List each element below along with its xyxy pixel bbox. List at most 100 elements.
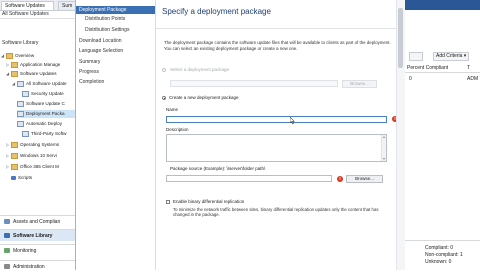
tab-label: Sum bbox=[62, 3, 73, 9]
tree-item-label: Scripts bbox=[18, 175, 33, 180]
page-title: Specify a deployment package bbox=[162, 7, 271, 16]
column-header-type[interactable]: T bbox=[467, 65, 470, 71]
updates-icon bbox=[17, 80, 24, 87]
deploy-software-updates-wizard: Deployment Package Distribution Points D… bbox=[75, 0, 405, 270]
administration-icon bbox=[4, 264, 10, 270]
package-name-input[interactable] bbox=[166, 116, 387, 123]
description-label: Description bbox=[166, 127, 189, 132]
source-error-icon: ! bbox=[337, 176, 343, 182]
tree-item-scripts[interactable]: Scripts bbox=[11, 174, 32, 182]
existing-package-field[interactable] bbox=[170, 80, 338, 87]
tree-item-all-software-updates[interactable]: ◢ All Software Update bbox=[12, 80, 67, 88]
script-icon bbox=[11, 175, 16, 180]
window-title-bar bbox=[405, 0, 480, 10]
page-description: The deployment package contains the soft… bbox=[164, 40, 391, 51]
tree-item-office-365-client-management[interactable]: ▷ Office 365 Client M bbox=[6, 163, 59, 171]
tree-item-label: Security Update bbox=[31, 91, 64, 96]
add-criteria-button[interactable]: Add Criteria ▾ bbox=[433, 52, 470, 61]
package-source-label: Package source (Example): \\server\folde… bbox=[170, 166, 266, 171]
column-header-percent-compliant[interactable]: Percent Compliant bbox=[407, 65, 448, 71]
step-language-selection[interactable]: Language Selection bbox=[79, 47, 123, 55]
step-deployment-package[interactable]: Deployment Package bbox=[76, 6, 155, 14]
tree-item-label: Software Updates bbox=[20, 71, 57, 76]
monitoring-icon bbox=[4, 248, 10, 254]
dialog-scrollbar[interactable] bbox=[396, 0, 405, 270]
tree-item-application-management[interactable]: ▷ Application Manage bbox=[6, 61, 60, 69]
group-icon bbox=[17, 100, 24, 107]
tab-software-updates[interactable]: Software Updates bbox=[1, 1, 54, 10]
description-scrollbar[interactable] bbox=[381, 135, 386, 161]
workspace-title: Software Library bbox=[2, 40, 39, 46]
cell-type: ADM bbox=[467, 76, 479, 82]
binary-replication-checkbox[interactable] bbox=[166, 200, 170, 204]
folder-icon bbox=[6, 52, 13, 59]
nav-monitoring[interactable]: Monitoring bbox=[0, 244, 75, 256]
tree-item-software-update-groups[interactable]: Software Update C bbox=[17, 100, 65, 108]
navigation-pane: Software Library ◢ Overview ▷ Application … bbox=[0, 24, 76, 270]
step-summary[interactable]: Summary bbox=[79, 58, 100, 66]
assets-icon bbox=[4, 219, 10, 225]
package-icon bbox=[17, 110, 24, 117]
tree-item-operating-systems[interactable]: ▷ Operating Systems bbox=[6, 141, 59, 149]
browse-existing-button[interactable]: Browse... bbox=[342, 80, 377, 88]
rule-icon bbox=[17, 120, 24, 127]
node-path: All Software Updates bbox=[2, 11, 49, 17]
tree-item-label: Automatic Deploy bbox=[26, 121, 63, 126]
nav-label: Monitoring bbox=[13, 248, 37, 254]
tree-item-windows-10-servicing[interactable]: ▷ Windows 10 Servi bbox=[6, 152, 57, 160]
description-textarea[interactable] bbox=[166, 134, 387, 162]
tree-item-label: Third-Party Softw bbox=[31, 131, 67, 136]
nav-label: Administration bbox=[13, 264, 45, 270]
step-progress[interactable]: Progress bbox=[79, 68, 99, 76]
tree-item-label: Windows 10 Servi bbox=[20, 153, 57, 158]
wizard-page: Specify a deployment package The deploym… bbox=[156, 0, 405, 270]
stat-non-compliant: Non-compliant: 1 bbox=[425, 252, 463, 258]
step-download-location[interactable]: Download Location bbox=[79, 37, 122, 45]
select-existing-package-radio[interactable] bbox=[162, 68, 166, 72]
tree-item-automatic-deployment-rules[interactable]: Automatic Deploy bbox=[17, 120, 62, 128]
nav-label: Software Library bbox=[13, 233, 53, 239]
tree-item-label: Application Manage bbox=[20, 62, 61, 67]
name-label: Name bbox=[166, 107, 179, 112]
catalog-icon bbox=[22, 130, 29, 137]
mouse-cursor-icon bbox=[290, 117, 295, 125]
tree-item-label: Deployment Packa bbox=[26, 111, 65, 116]
tree-item-label: Software Update C bbox=[26, 101, 65, 106]
stat-compliant: Compliant: 0 bbox=[425, 245, 454, 251]
wizard-step-list: Deployment Package Distribution Points D… bbox=[76, 0, 156, 270]
tree-item-label: Overview bbox=[15, 53, 35, 58]
search-options-button[interactable] bbox=[409, 52, 423, 61]
stat-unknown: Unknown: 0 bbox=[425, 259, 452, 265]
nav-assets-and-compliance[interactable]: Assets and Complian bbox=[0, 215, 75, 227]
tree-item-deployment-packages[interactable]: Deployment Packa bbox=[17, 110, 75, 118]
dialog-scrollbar-thumb[interactable] bbox=[398, 8, 403, 68]
cell-percent: 0 bbox=[409, 76, 412, 82]
create-new-package-radio[interactable] bbox=[162, 96, 166, 100]
title-divider bbox=[156, 28, 405, 29]
compliance-stats: Compliant: 0 Non-compliant: 1 Unknown: 0 bbox=[405, 240, 480, 271]
binary-replication-hint: To minimize the network traffic between … bbox=[173, 207, 379, 218]
browse-source-button[interactable]: Browse... bbox=[346, 175, 383, 183]
create-new-package-label: Create a new deployment package bbox=[169, 95, 239, 100]
step-completion[interactable]: Completion bbox=[79, 78, 104, 86]
step-distribution-points[interactable]: Distribution Points bbox=[85, 15, 125, 23]
tree-item-overview[interactable]: ◢ Overview bbox=[1, 52, 34, 60]
step-distribution-settings[interactable]: Distribution Settings bbox=[85, 26, 129, 34]
tab-label: Software Updates bbox=[5, 3, 45, 9]
nav-administration[interactable]: Administration bbox=[0, 260, 75, 272]
library-icon bbox=[4, 233, 10, 239]
nav-software-library[interactable]: Software Library bbox=[0, 229, 75, 241]
tree-item-label: Operating Systems bbox=[20, 142, 60, 147]
nav-label: Assets and Complian bbox=[13, 219, 61, 225]
tree-item-label: Office 365 Client M bbox=[20, 164, 59, 169]
tree-item-software-updates[interactable]: ◢ Software Updates bbox=[6, 70, 57, 78]
results-header: Percent Compliant T bbox=[405, 64, 480, 73]
tree-item-security-updates[interactable]: Security Update bbox=[22, 90, 64, 98]
binary-replication-label: Enable binary differential replication bbox=[173, 199, 245, 204]
package-source-input[interactable] bbox=[166, 175, 332, 182]
folder-icon bbox=[11, 70, 18, 77]
updates-icon bbox=[22, 90, 29, 97]
folder-icon bbox=[11, 152, 18, 159]
tree-item-third-party-software[interactable]: Third-Party Softw bbox=[22, 130, 66, 138]
tree-item-label: All Software Update bbox=[26, 81, 67, 86]
